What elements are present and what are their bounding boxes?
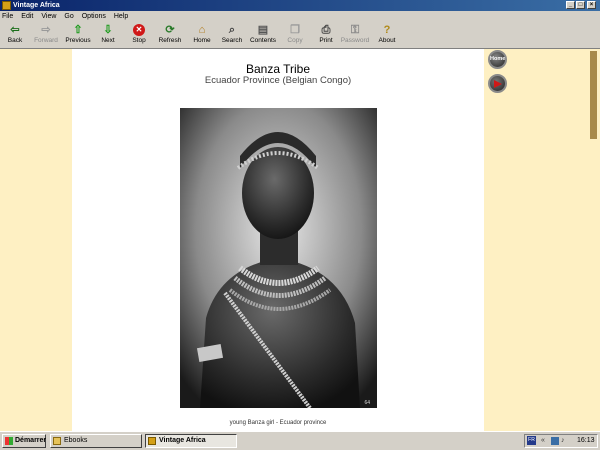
red-arrow-icon (494, 80, 502, 88)
forward-button[interactable]: ⇨ Forward (28, 24, 64, 48)
menu-go[interactable]: Go (64, 13, 73, 20)
minimize-button[interactable]: _ (566, 1, 575, 9)
search-button[interactable]: ⌕ Search (220, 24, 244, 48)
page-subtitle: Ecuador Province (Belgian Congo) (204, 75, 352, 86)
tray-expand-icon[interactable]: « (541, 435, 545, 447)
scrollbar[interactable] (588, 49, 600, 431)
copy-button[interactable]: ❐ Copy (284, 24, 306, 48)
start-button[interactable]: Démarrer (2, 434, 46, 448)
stop-button[interactable]: ✕ Stop (128, 24, 150, 48)
left-margin (0, 49, 72, 431)
stop-icon: ✕ (133, 24, 145, 36)
clock[interactable]: 16:13 (577, 435, 595, 447)
title-bar: Vintage Africa _ □ × (0, 0, 600, 11)
window-title: Vintage Africa (13, 2, 60, 9)
menu-help[interactable]: Help (114, 13, 128, 20)
about-button[interactable]: ? About (376, 24, 398, 48)
previous-button[interactable]: ⇧ Previous (62, 24, 94, 48)
menu-bar: File Edit View Go Options Help (0, 11, 600, 22)
search-icon: ⌕ (228, 24, 236, 36)
scrollbar-thumb[interactable] (590, 51, 597, 139)
next-button[interactable]: ⇩ Next (96, 24, 120, 48)
refresh-icon: ⟳ (165, 24, 175, 36)
app-icon (148, 437, 156, 445)
forward-arrow-icon: ⇨ (41, 24, 51, 36)
back-button[interactable]: ⇦ Back (2, 24, 28, 48)
photo-badge: 64 (364, 400, 370, 406)
portrait-image: 64 (180, 108, 377, 408)
taskbar-item-vintage-africa[interactable]: Vintage Africa (145, 434, 237, 448)
contents-icon: ▤ (257, 24, 269, 36)
down-arrow-icon: ⇩ (103, 24, 113, 36)
app-icon (2, 1, 11, 10)
folder-icon (53, 437, 61, 445)
home-icon: ⌂ (198, 24, 206, 36)
menu-view[interactable]: View (41, 13, 56, 20)
menu-options[interactable]: Options (82, 13, 106, 20)
back-arrow-icon: ⇦ (10, 24, 20, 36)
maximize-button[interactable]: □ (576, 1, 585, 9)
print-icon: ⎙ (321, 24, 331, 36)
up-arrow-icon: ⇧ (73, 24, 83, 36)
page-content: Banza Tribe Ecuador Province (Belgian Co… (72, 49, 484, 431)
taskbar-item-ebooks[interactable]: Ebooks (50, 434, 142, 448)
next-page-round-button[interactable] (488, 74, 507, 93)
copy-icon: ❐ (290, 24, 300, 36)
menu-edit[interactable]: Edit (21, 13, 33, 20)
windows-logo-icon (5, 437, 13, 445)
key-icon: ⚿ (350, 24, 360, 36)
password-button[interactable]: ⚿ Password (340, 24, 370, 48)
menu-file[interactable]: File (2, 13, 13, 20)
right-margin (484, 49, 600, 431)
close-button[interactable]: × (587, 1, 596, 9)
toolbar: ⇦ Back ⇨ Forward ⇧ Previous ⇩ Next ✕ Sto… (0, 22, 600, 49)
home-round-label: Home (490, 56, 506, 62)
contents-button[interactable]: ▤ Contents (248, 24, 278, 48)
print-button[interactable]: ⎙ Print (315, 24, 337, 48)
question-icon: ? (383, 24, 391, 36)
system-tray: « ♪ 16:13 (524, 434, 598, 448)
home-button[interactable]: ⌂ Home (190, 24, 214, 48)
network-icon[interactable] (551, 437, 559, 445)
photo-caption: young Banza girl - Ecuador province (229, 420, 327, 426)
taskbar: Démarrer Ebooks Vintage Africa FR « ♪ 16… (0, 431, 600, 450)
refresh-button[interactable]: ⟳ Refresh (155, 24, 185, 48)
volume-icon[interactable]: ♪ (561, 435, 565, 447)
tribe-photo: 64 (180, 108, 377, 408)
page-title: Banza Tribe (245, 62, 311, 76)
home-round-button[interactable]: Home (488, 50, 507, 69)
